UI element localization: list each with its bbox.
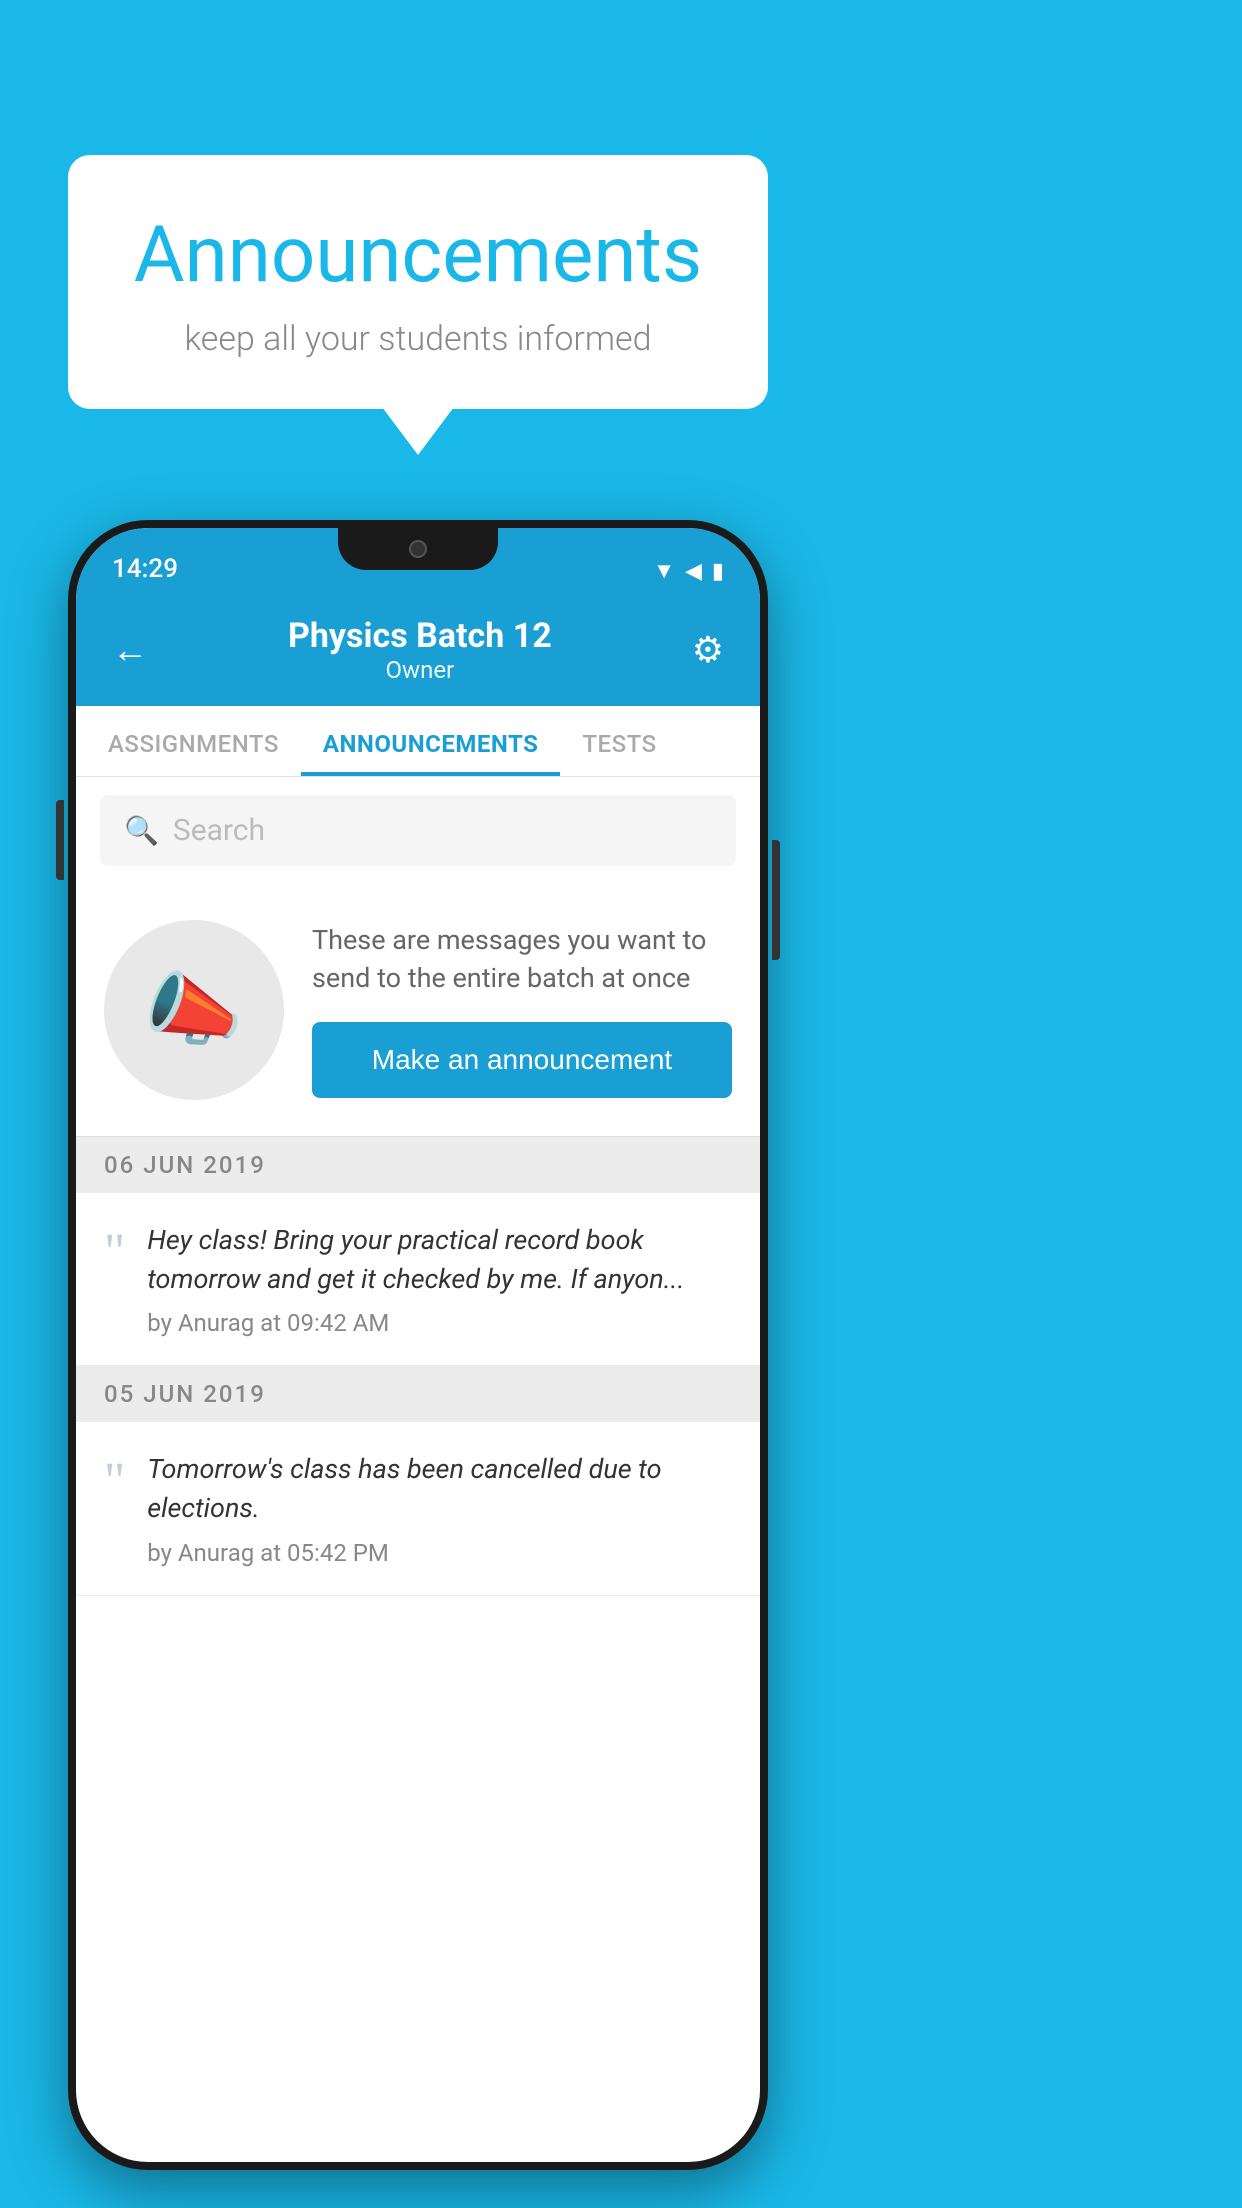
phone-container: 14:29 ▼ ◀ ▮ ← Physics Batch 12 Owner ⚙	[68, 520, 768, 2170]
search-container: 🔍 Search	[76, 777, 760, 884]
status-time: 14:29	[112, 554, 178, 584]
search-icon: 🔍	[124, 814, 159, 847]
phone-camera	[409, 540, 427, 558]
back-button[interactable]: ←	[112, 629, 148, 671]
phone-frame: 14:29 ▼ ◀ ▮ ← Physics Batch 12 Owner ⚙	[68, 520, 768, 2170]
phone-side-button-right	[772, 840, 780, 960]
settings-icon[interactable]: ⚙	[692, 629, 724, 671]
app-header: ← Physics Batch 12 Owner ⚙	[76, 596, 760, 706]
promo-description: These are messages you want to send to t…	[312, 922, 732, 998]
date-separator-1: 06 JUN 2019	[76, 1137, 760, 1193]
announcement-item-1[interactable]: " Hey class! Bring your practical record…	[76, 1193, 760, 1366]
header-subtitle: Owner	[288, 656, 552, 684]
header-title: Physics Batch 12	[288, 616, 552, 656]
announcement-meta-1: by Anurag at 09:42 AM	[147, 1309, 732, 1337]
speech-bubble: Announcements keep all your students inf…	[68, 155, 768, 409]
tab-announcements[interactable]: ANNOUNCEMENTS	[301, 706, 561, 776]
make-announcement-button[interactable]: Make an announcement	[312, 1022, 732, 1098]
tab-bar: ASSIGNMENTS ANNOUNCEMENTS TESTS	[76, 706, 760, 777]
megaphone-icon: 📣	[144, 963, 244, 1057]
search-placeholder: Search	[173, 813, 265, 848]
announcements-title: Announcements	[128, 210, 708, 301]
tab-assignments[interactable]: ASSIGNMENTS	[86, 706, 301, 776]
header-center: Physics Batch 12 Owner	[288, 616, 552, 684]
tab-tests[interactable]: TESTS	[560, 706, 678, 776]
quote-icon-2: "	[104, 1456, 125, 1566]
wifi-icon: ▼	[653, 558, 675, 584]
promo-icon-circle: 📣	[104, 920, 284, 1100]
promo-content: These are messages you want to send to t…	[312, 922, 732, 1098]
phone-notch	[338, 528, 498, 570]
announcement-meta-2: by Anurag at 05:42 PM	[147, 1539, 732, 1567]
quote-icon-1: "	[104, 1227, 125, 1337]
announcement-item-2[interactable]: " Tomorrow's class has been cancelled du…	[76, 1422, 760, 1595]
announcement-content-2: Tomorrow's class has been cancelled due …	[147, 1450, 732, 1566]
announcement-text-2: Tomorrow's class has been cancelled due …	[147, 1450, 732, 1528]
promo-section: 📣 These are messages you want to send to…	[76, 884, 760, 1137]
phone-side-button-left	[56, 800, 64, 880]
announcement-content-1: Hey class! Bring your practical record b…	[147, 1221, 732, 1337]
announcement-text-1: Hey class! Bring your practical record b…	[147, 1221, 732, 1299]
announcements-subtitle: keep all your students informed	[128, 319, 708, 359]
battery-icon: ▮	[712, 559, 724, 584]
speech-bubble-container: Announcements keep all your students inf…	[68, 155, 768, 409]
status-icons: ▼ ◀ ▮	[653, 558, 724, 584]
phone-screen: 14:29 ▼ ◀ ▮ ← Physics Batch 12 Owner ⚙	[76, 528, 760, 2162]
signal-icon: ◀	[685, 559, 702, 584]
date-separator-2: 05 JUN 2019	[76, 1366, 760, 1422]
search-bar[interactable]: 🔍 Search	[100, 795, 736, 866]
